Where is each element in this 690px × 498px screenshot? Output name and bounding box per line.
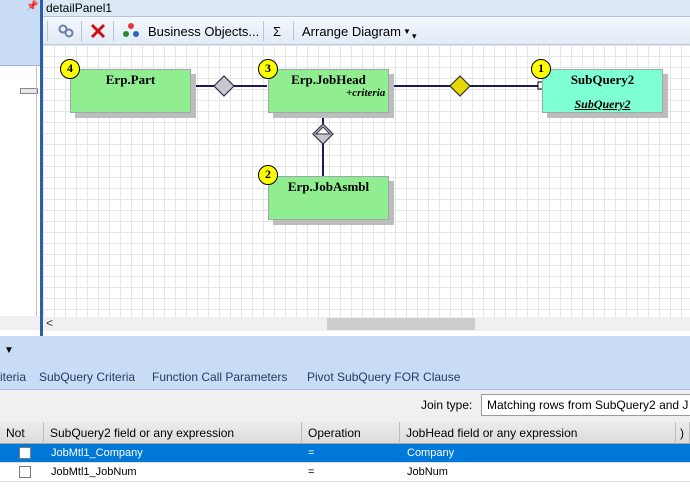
left-dock-header: 📌 bbox=[0, 0, 40, 66]
node-title: Erp.JobHead bbox=[291, 72, 366, 87]
table-node-erp-jobasmbl[interactable]: Erp.JobAsmbl bbox=[268, 176, 389, 220]
business-objects-button[interactable]: Business Objects... bbox=[122, 20, 259, 42]
diagram-horizontal-scrollbar[interactable]: < bbox=[43, 316, 690, 331]
arrange-diagram-button[interactable]: Arrange Diagram ▼ bbox=[302, 20, 411, 42]
column-header-right-field[interactable]: JobHead field or any expression bbox=[400, 422, 676, 444]
left-field-cell[interactable]: JobMtl1_Company bbox=[51, 444, 143, 462]
arrange-diagram-label: Arrange Diagram bbox=[302, 23, 401, 39]
detail-panel: detailPanel1 Business Objects... Σ Arran… bbox=[43, 0, 690, 336]
table-node-erp-part[interactable]: Erp.Part bbox=[70, 69, 191, 113]
not-checkbox[interactable] bbox=[19, 447, 31, 459]
tab-function-call-parameters[interactable]: Function Call Parameters bbox=[152, 370, 287, 384]
node-order-badge: 1 bbox=[531, 59, 551, 79]
join-diamond-part-jobhead[interactable] bbox=[213, 75, 235, 97]
subquery-node-subquery2[interactable]: SubQuery2 SubQuery2 bbox=[542, 69, 663, 113]
sigma-button[interactable]: Σ bbox=[273, 20, 281, 42]
column-header-not[interactable]: Not bbox=[0, 422, 44, 444]
diagram-toolbar: Business Objects... Σ Arrange Diagram ▼ … bbox=[43, 17, 690, 45]
scroll-left-icon[interactable]: < bbox=[46, 316, 53, 330]
delete-icon[interactable] bbox=[89, 20, 109, 42]
table-node-erp-jobhead[interactable]: Erp.JobHead +criteria bbox=[268, 69, 389, 113]
node-subquery-link[interactable]: SubQuery2 bbox=[543, 97, 662, 112]
join-type-select[interactable]: Matching rows from SubQuery2 and J bbox=[481, 394, 690, 416]
not-checkbox[interactable] bbox=[19, 466, 31, 478]
table-row[interactable]: JobMtl1_JobNum = JobNum bbox=[0, 463, 690, 481]
tab-criteria[interactable]: iteria bbox=[0, 370, 26, 384]
diagram-canvas[interactable]: Erp.Part 4 Erp.JobHead +criteria 3 SubQu… bbox=[43, 45, 690, 317]
link-icon[interactable] bbox=[57, 20, 77, 42]
node-order-badge: 4 bbox=[60, 59, 80, 79]
left-row-indicator bbox=[0, 88, 40, 94]
node-title: Erp.Part bbox=[105, 72, 156, 87]
tab-pivot-subquery-for-clause[interactable]: Pivot SubQuery FOR Clause bbox=[307, 370, 460, 384]
join-diamond-jobhead-subquery[interactable] bbox=[449, 75, 471, 97]
business-objects-icon bbox=[123, 23, 139, 37]
node-title: Erp.JobAsmbl bbox=[287, 179, 370, 194]
tab-subquery-criteria[interactable]: SubQuery Criteria bbox=[39, 370, 135, 384]
business-objects-label: Business Objects... bbox=[148, 23, 260, 39]
dropdown-arrow-icon: ▼ bbox=[403, 26, 411, 36]
node-order-badge: 2 bbox=[258, 165, 278, 185]
collapse-chevron-icon[interactable]: ▼ bbox=[4, 345, 14, 356]
join-criteria-grid: Not SubQuery2 field or any expression Op… bbox=[0, 422, 690, 498]
scroll-thumb[interactable] bbox=[327, 318, 475, 330]
panel-title: detailPanel1 bbox=[43, 0, 690, 17]
right-field-cell[interactable]: Company bbox=[407, 444, 454, 462]
node-order-badge: 3 bbox=[258, 59, 278, 79]
left-field-cell[interactable]: JobMtl1_JobNum bbox=[51, 463, 137, 481]
right-field-cell[interactable]: JobNum bbox=[407, 463, 448, 481]
left-dock-strip: 📌 bbox=[0, 0, 40, 336]
column-header-operation[interactable]: Operation bbox=[302, 422, 400, 444]
sigma-icon: Σ bbox=[273, 23, 282, 39]
criteria-tabs: iteria SubQuery Criteria Function Call P… bbox=[0, 366, 690, 390]
join-type-row: Join type: Matching rows from SubQuery2 … bbox=[0, 390, 690, 422]
node-title: SubQuery2 bbox=[570, 72, 635, 87]
column-header-left-field[interactable]: SubQuery2 field or any expression bbox=[44, 422, 302, 444]
operation-cell[interactable]: = bbox=[308, 463, 314, 481]
node-criteria-marker: +criteria bbox=[346, 87, 386, 99]
table-row[interactable]: JobMtl1_Company = Company bbox=[0, 444, 690, 462]
pin-icon[interactable]: 📌 bbox=[26, 1, 38, 12]
toolbar-overflow-icon[interactable]: ▾ bbox=[412, 25, 417, 47]
join-type-label: Join type: bbox=[421, 398, 473, 412]
column-header-extra[interactable]: ) bbox=[676, 422, 690, 444]
operation-cell[interactable]: = bbox=[308, 444, 314, 462]
bottom-panel-header: ▼ bbox=[0, 336, 690, 366]
left-scrollbar[interactable] bbox=[0, 316, 40, 330]
